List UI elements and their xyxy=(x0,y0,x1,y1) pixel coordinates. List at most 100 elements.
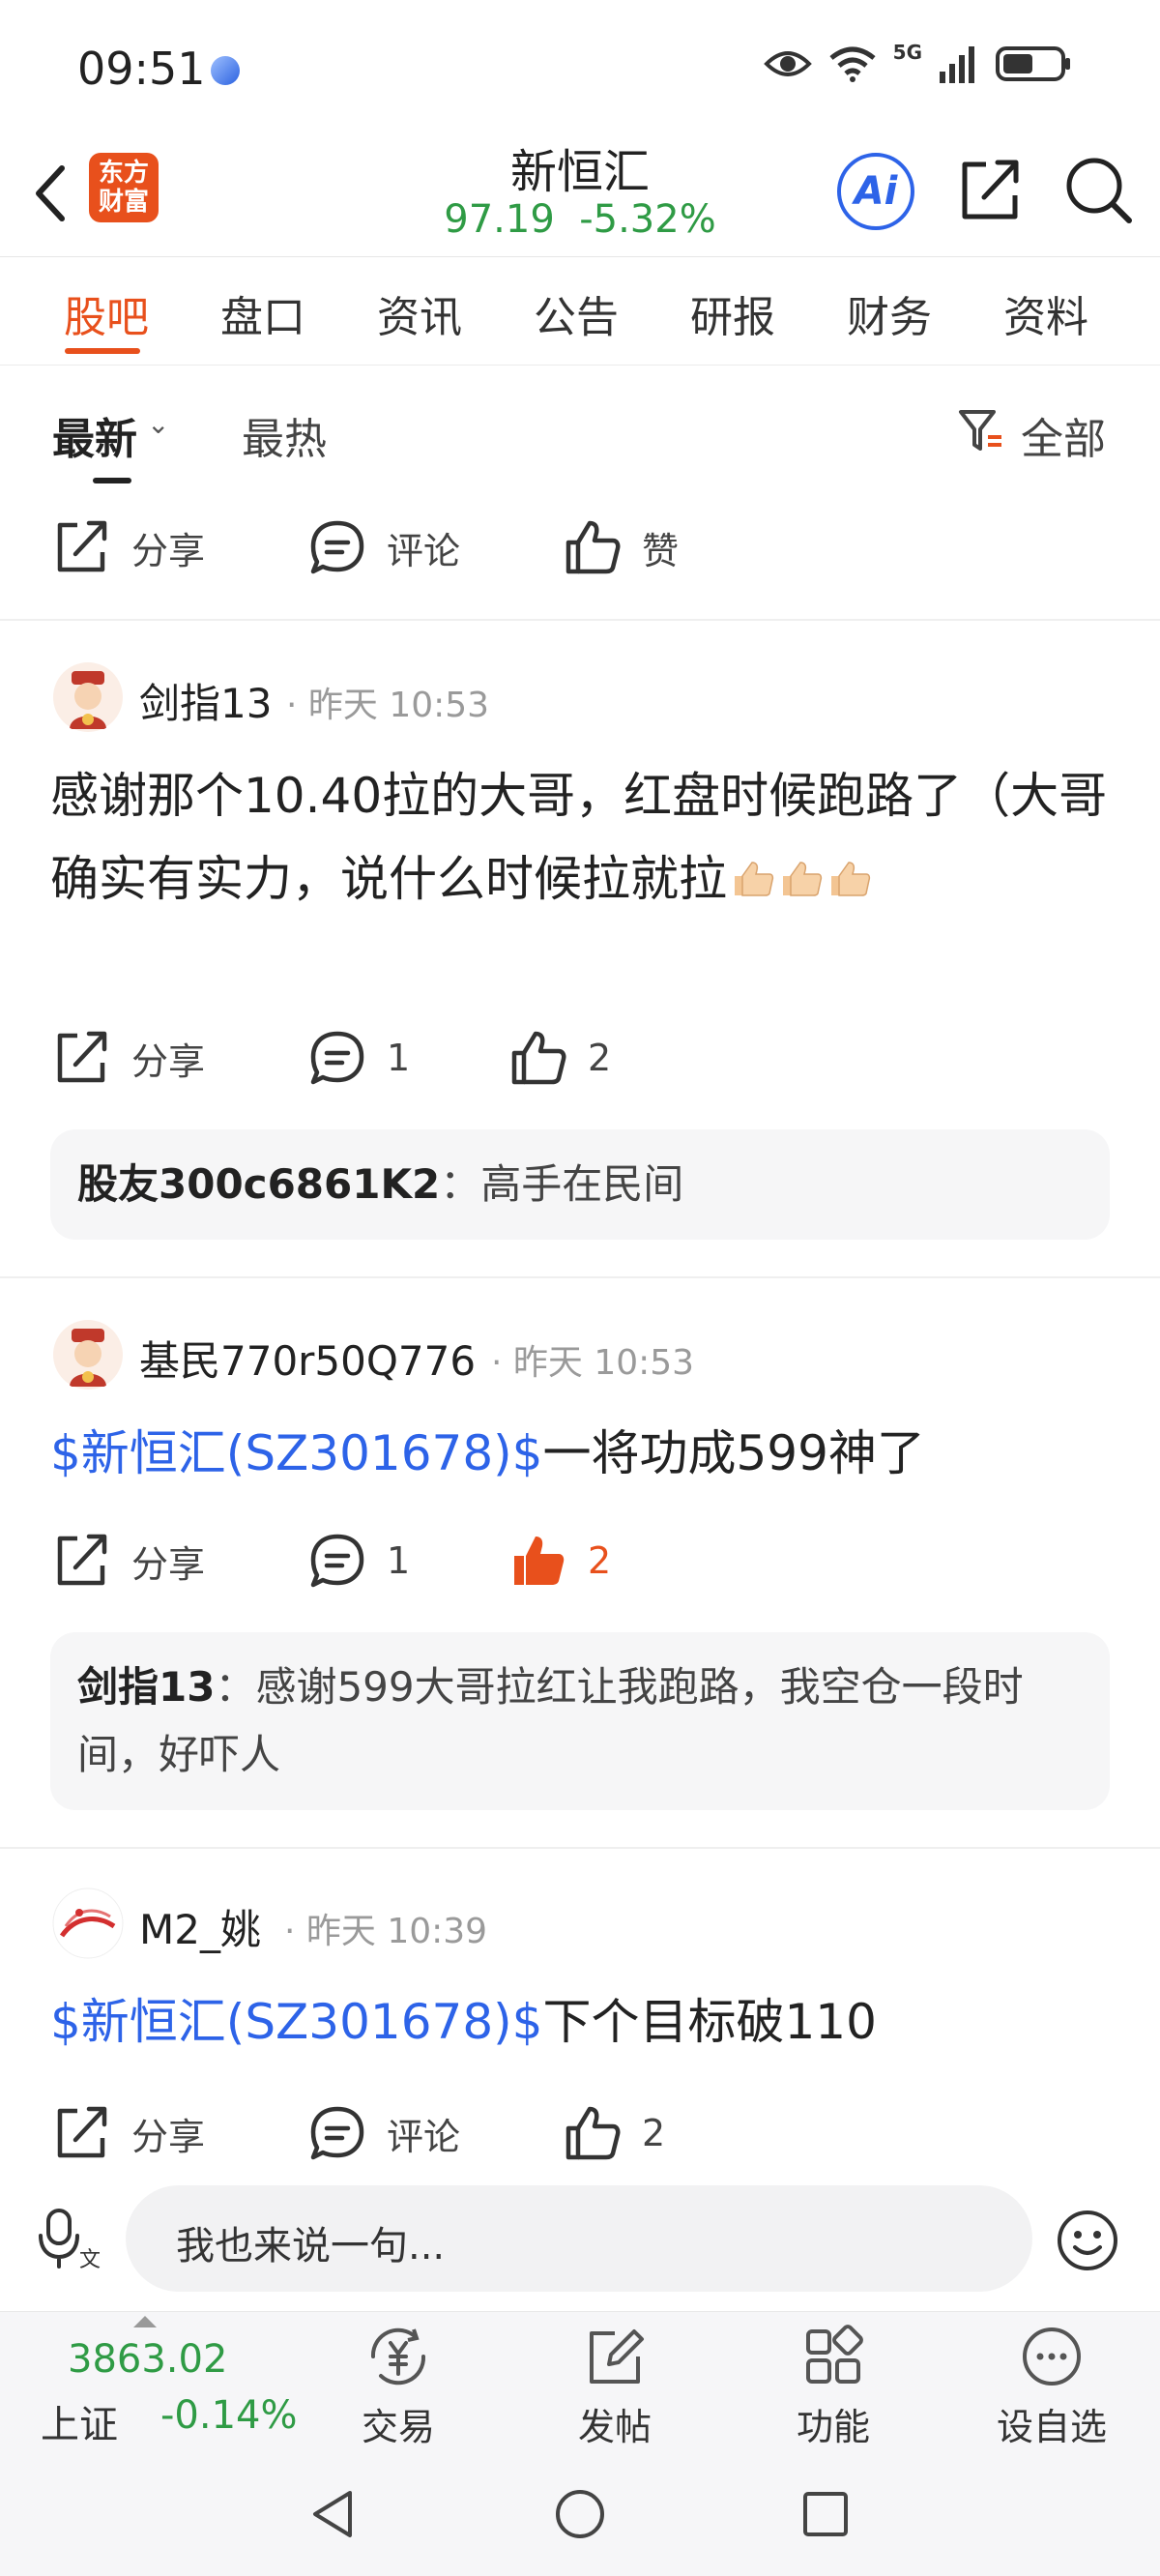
comment-input-bar: 文 我也来说一句... xyxy=(0,2164,1160,2311)
share-icon[interactable] xyxy=(955,153,1023,226)
reply-preview[interactable]: 剑指13：感谢599大哥拉红让我跑路，我空仓一段时间，好吓人 xyxy=(50,1632,1110,1810)
system-back-icon[interactable] xyxy=(307,2487,358,2541)
sort-hot[interactable]: 最热 xyxy=(242,404,327,466)
tab-profile[interactable]: 资料 xyxy=(1003,282,1088,344)
divider xyxy=(0,1276,1160,1278)
avatar[interactable] xyxy=(52,1888,124,1959)
share-button[interactable]: 分享 xyxy=(52,1027,205,1089)
signal-icon xyxy=(940,46,974,83)
status-bar: 09:51 5G xyxy=(0,0,1160,135)
like-button[interactable]: 赞 xyxy=(563,516,679,578)
comment-button[interactable]: 评论 xyxy=(307,2102,460,2164)
comment-button[interactable]: 1 xyxy=(307,1530,410,1592)
battery-icon xyxy=(996,46,1070,81)
filter-all[interactable]: 全部 xyxy=(1021,404,1106,466)
like-button[interactable]: 2 xyxy=(508,1027,611,1089)
search-icon[interactable] xyxy=(1061,153,1135,226)
post-username[interactable]: 基民770r50Q776 xyxy=(139,1329,476,1388)
nav-post-label: 发帖 xyxy=(577,2406,652,2448)
wifi-icon xyxy=(829,46,876,82)
post-text: 感谢那个10.40拉的大哥，红盘时候跑路了（大哥确实有实力，说什么时候拉就拉 xyxy=(50,768,1108,907)
reply-username[interactable]: 股友300c6861K2 xyxy=(77,1160,440,1208)
emoji-icon[interactable] xyxy=(1056,2209,1119,2272)
sort-latest[interactable]: 最新 xyxy=(52,404,137,466)
more-circle-icon xyxy=(1023,2327,1081,2386)
comment-count: 1 xyxy=(387,1037,411,1079)
nav-watchlist-label: 设自选 xyxy=(996,2406,1107,2448)
share-button[interactable]: 分享 xyxy=(52,1530,205,1592)
post-time: · 昨天 10:39 xyxy=(284,1912,488,1951)
comment-button[interactable]: 评论 xyxy=(307,516,460,578)
nav-post[interactable]: 发帖 xyxy=(547,2324,682,2450)
share-icon xyxy=(57,1534,107,1586)
status-icons: 5G xyxy=(763,41,1073,83)
section-tabs: 股吧 盘口 资讯 公告 研报 财务 资料 xyxy=(0,257,1160,366)
thumbs-up-icon xyxy=(566,520,621,574)
apps-grid-icon xyxy=(806,2325,863,2384)
share-button[interactable]: 分享 xyxy=(52,2102,205,2164)
like-button[interactable]: 2 xyxy=(563,2102,665,2164)
status-time: 09:51 xyxy=(77,43,206,95)
nav-watchlist[interactable]: 设自选 xyxy=(984,2324,1119,2450)
post-body[interactable]: 感谢那个10.40拉的大哥，红盘时候跑路了（大哥确实有实力，说什么时候拉就拉 xyxy=(50,754,1114,1006)
thumbs-up-icon xyxy=(566,2106,621,2160)
avatar[interactable] xyxy=(52,1319,124,1390)
caishen-avatar-icon xyxy=(53,662,123,732)
filter-icon[interactable] xyxy=(957,406,1003,454)
comment-input[interactable]: 我也来说一句... xyxy=(126,2185,1032,2292)
post-actions: 分享 评论 赞 xyxy=(0,503,1160,590)
like-button-active[interactable]: 2 xyxy=(508,1530,611,1592)
tab-news[interactable]: 资讯 xyxy=(377,282,462,344)
post-username[interactable]: M2_姚 xyxy=(139,1897,261,1956)
sort-indicator xyxy=(93,478,131,483)
index-value[interactable]: 3863.02 xyxy=(68,2337,227,2382)
stock-header: 东方 财富 新恒汇 97.19 -5.32% Ai xyxy=(0,135,1160,257)
post-body[interactable]: $新恒汇(SZ301678)$下个目标破110 xyxy=(50,1980,1114,2064)
comment-icon xyxy=(310,1031,364,1085)
reply-username[interactable]: 剑指13 xyxy=(77,1663,215,1711)
index-name[interactable]: 上证 xyxy=(41,2393,118,2449)
chevron-down-icon[interactable]: ⌄ xyxy=(147,408,169,440)
trade-yuan-icon xyxy=(370,2327,426,2386)
stock-tag-link[interactable]: $新恒汇(SZ301678)$ xyxy=(50,1425,543,1481)
system-nav-bar xyxy=(0,2452,1160,2576)
sort-bar: 最新 ⌄ 最热 全部 xyxy=(0,367,1160,483)
system-recents-icon[interactable] xyxy=(800,2489,851,2539)
reply-text: ：感谢599大哥拉红让我跑路，我空仓一段时间，好吓人 xyxy=(77,1663,1024,1778)
share-icon xyxy=(57,2106,107,2158)
stock-tag-link[interactable]: $新恒汇(SZ301678)$ xyxy=(50,1994,543,2050)
post-actions: 分享 评论 2 xyxy=(0,2089,1160,2176)
share-button[interactable]: 分享 xyxy=(52,516,205,578)
tab-guba[interactable]: 股吧 xyxy=(64,282,149,344)
share-label: 分享 xyxy=(131,1542,206,1586)
thumbs-up-emoji-icon xyxy=(731,841,775,896)
share-label: 分享 xyxy=(131,1039,206,1083)
index-change[interactable]: -0.14% xyxy=(160,2393,298,2438)
svg-text:文: 文 xyxy=(79,2248,101,2272)
comment-icon xyxy=(310,1534,364,1588)
post-actions: 分享 1 2 xyxy=(0,1516,1160,1603)
active-tab-indicator xyxy=(65,348,140,354)
tab-pankou[interactable]: 盘口 xyxy=(220,282,305,344)
tab-finance[interactable]: 财务 xyxy=(847,282,932,344)
like-count: 2 xyxy=(588,1539,612,1582)
system-home-icon[interactable] xyxy=(553,2487,607,2541)
nav-trade[interactable]: 交易 xyxy=(331,2324,466,2450)
voice-to-text-icon[interactable]: 文 xyxy=(35,2205,102,2272)
share-icon xyxy=(57,1031,107,1083)
reply-preview[interactable]: 股友300c6861K2：高手在民间 xyxy=(50,1129,1110,1240)
nav-functions-label: 功能 xyxy=(796,2406,870,2448)
nav-functions[interactable]: 功能 xyxy=(766,2324,901,2450)
tab-announcements[interactable]: 公告 xyxy=(534,282,619,344)
comment-button[interactable]: 1 xyxy=(307,1027,410,1089)
share-label: 分享 xyxy=(131,2115,206,2158)
avatar[interactable] xyxy=(52,661,124,733)
eye-icon xyxy=(763,51,812,76)
post-username[interactable]: 剑指13 xyxy=(139,671,272,730)
browser-globe-icon xyxy=(211,56,240,85)
ai-assistant-button[interactable]: Ai xyxy=(837,153,914,230)
nav-trade-label: 交易 xyxy=(361,2406,435,2448)
tab-research[interactable]: 研报 xyxy=(690,282,775,344)
post-body[interactable]: $新恒汇(SZ301678)$一将功成599神了 xyxy=(50,1412,1114,1495)
comment-label: 评论 xyxy=(387,529,461,572)
